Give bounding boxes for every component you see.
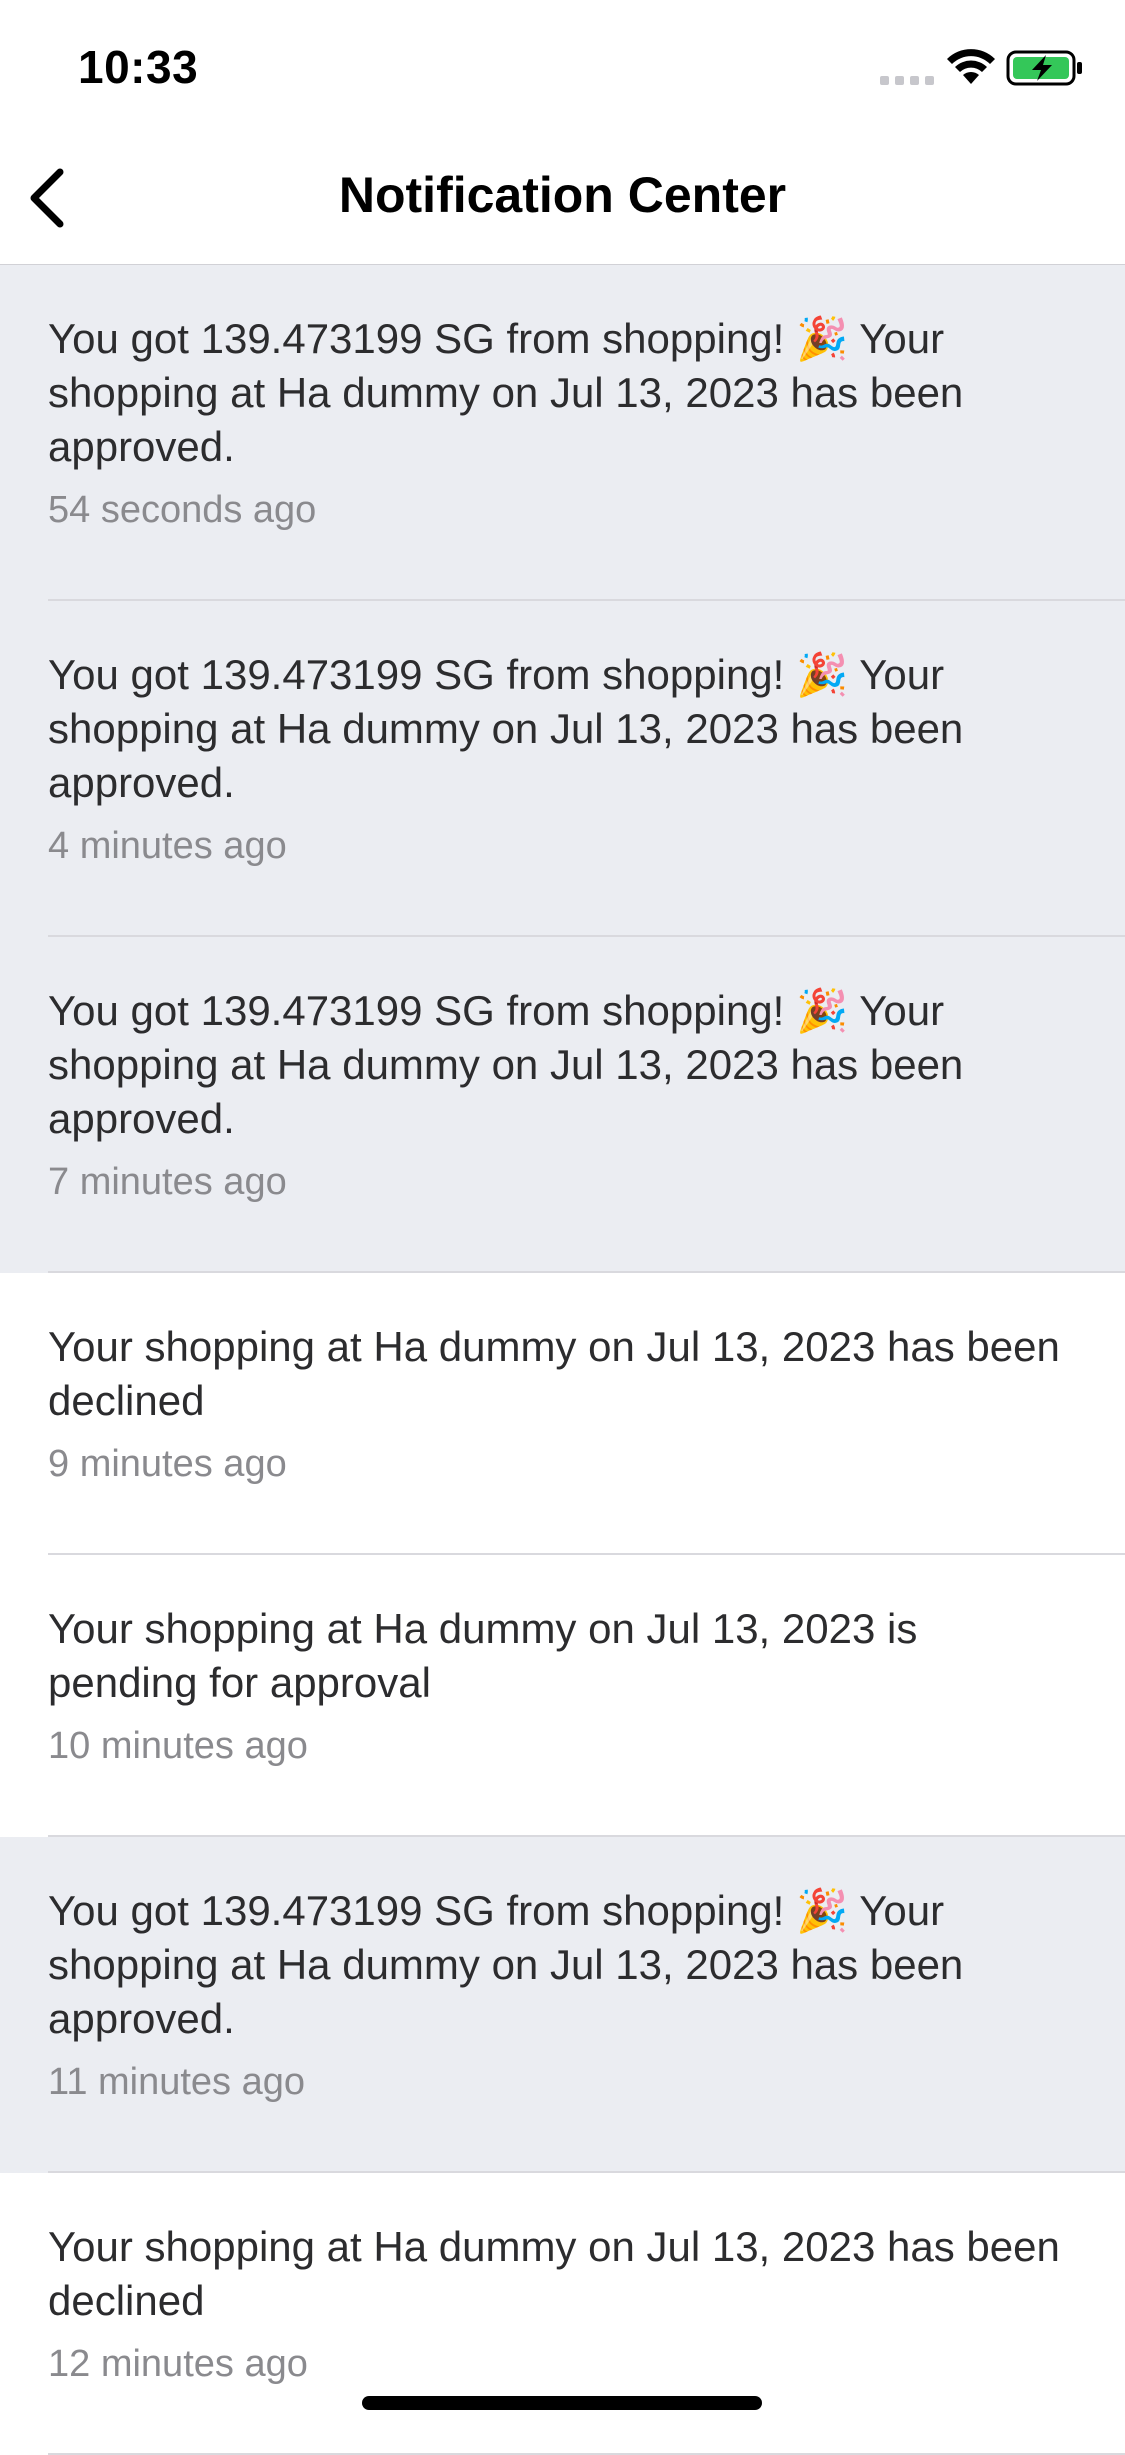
notification-message: You got 139.473199 SG from shopping! 🎉 Y…: [48, 651, 964, 806]
notification-time: 12 minutes ago: [48, 2343, 308, 2385]
cellular-signal-icon: [880, 76, 934, 85]
notification-message: You got 139.473199 SG from shopping! 🎉 Y…: [48, 315, 964, 470]
notification-message: You got 139.473199 SG from shopping! 🎉 Y…: [48, 1887, 964, 2042]
navigation-bar: Notification Center: [0, 132, 1125, 265]
battery-charging-icon: [1006, 50, 1082, 86]
notification-message: You got 139.473199 SG from shopping! 🎉 Y…: [48, 987, 964, 1142]
notification-time: 11 minutes ago: [48, 2061, 306, 2103]
notification-list: You got 139.473199 SG from shopping! 🎉 Y…: [0, 265, 1125, 2455]
notification-message: Your shopping at Ha dummy on Jul 13, 202…: [48, 1323, 1060, 1424]
notification-item[interactable]: You got 139.473199 SG from shopping! 🎉 Y…: [0, 937, 1125, 1273]
status-bar: 10:33: [0, 0, 1125, 132]
notification-time: 7 minutes ago: [48, 1161, 287, 1203]
notification-time: 54 seconds ago: [48, 489, 317, 531]
notification-item[interactable]: Your shopping at Ha dummy on Jul 13, 202…: [0, 1555, 1125, 1837]
notification-time: 4 minutes ago: [48, 825, 287, 867]
notification-message: Your shopping at Ha dummy on Jul 13, 202…: [48, 2223, 1060, 2324]
page-title: Notification Center: [338, 167, 787, 223]
notification-time: 10 minutes ago: [48, 1725, 308, 1767]
wifi-icon: [947, 49, 995, 84]
notification-item[interactable]: You got 139.473199 SG from shopping! 🎉 Y…: [0, 265, 1125, 601]
notification-message: Your shopping at Ha dummy on Jul 13, 202…: [48, 1605, 918, 1706]
notification-item[interactable]: Your shopping at Ha dummy on Jul 13, 202…: [0, 2173, 1125, 2455]
notification-item[interactable]: Your shopping at Ha dummy on Jul 13, 202…: [0, 1273, 1125, 1555]
notification-item[interactable]: You got 139.473199 SG from shopping! 🎉 Y…: [0, 1837, 1125, 2173]
notification-time: 9 minutes ago: [48, 1443, 287, 1485]
home-indicator[interactable]: [362, 2396, 762, 2410]
notification-item[interactable]: You got 139.473199 SG from shopping! 🎉 Y…: [0, 601, 1125, 937]
status-time: 10:33: [78, 41, 199, 93]
